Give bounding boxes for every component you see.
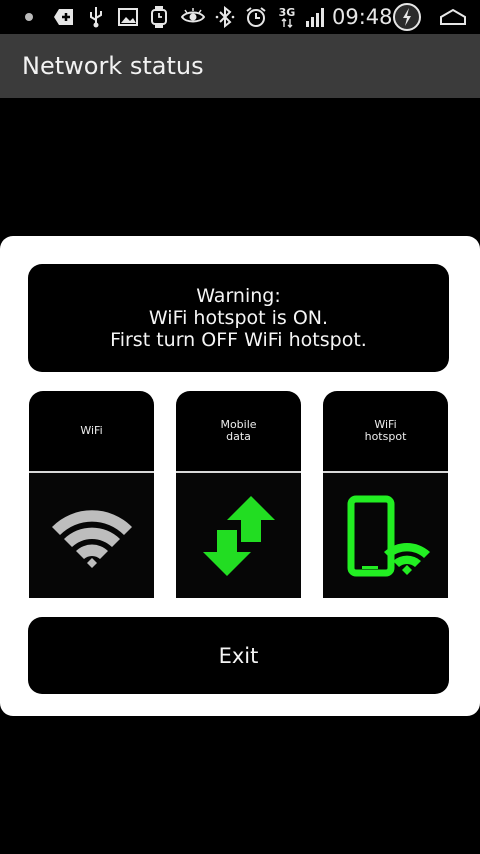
wifi-hotspot-tile-header: WiFi hotspot	[323, 391, 448, 471]
notification-dot-icon	[22, 5, 36, 29]
bluetooth-icon	[214, 5, 236, 29]
exit-button[interactable]: Exit	[28, 617, 449, 694]
wifi-hotspot-tile-label-2: hotspot	[364, 430, 407, 443]
mobile-data-tile-label-2: data	[226, 430, 251, 443]
wifi-icon	[29, 473, 154, 598]
battery-charging-icon	[392, 2, 422, 32]
wifi-hotspot-tile[interactable]: WiFi hotspot	[323, 391, 448, 598]
status-time: 09:48	[332, 5, 393, 29]
signal-icon	[304, 5, 328, 29]
network-3g-icon: 3G	[276, 5, 298, 29]
watch-icon	[148, 5, 170, 29]
phone-hotspot-icon	[323, 473, 448, 598]
mobile-data-tile-header: Mobile data	[176, 391, 301, 471]
home-icon[interactable]	[438, 5, 468, 29]
mobile-data-arrows-icon	[176, 473, 301, 598]
alarm-icon	[244, 5, 268, 29]
network-status-dialog: Warning: WiFi hotspot is ON. First turn …	[0, 236, 480, 716]
warning-message: Warning: WiFi hotspot is ON. First turn …	[28, 264, 449, 372]
network-type-label: 3G	[278, 5, 296, 19]
app-title: Network status	[22, 52, 204, 80]
warning-line-3: First turn OFF WiFi hotspot.	[110, 329, 367, 351]
mobile-data-tile[interactable]: Mobile data	[176, 391, 301, 598]
wifi-tile-label: WiFi	[80, 424, 103, 437]
warning-line-1: Warning:	[196, 285, 281, 307]
wifi-tile[interactable]: WiFi	[29, 391, 154, 598]
plus-box-icon	[52, 5, 76, 29]
image-icon	[117, 5, 139, 29]
action-bar: Network status	[0, 34, 480, 98]
wifi-tile-header: WiFi	[29, 391, 154, 471]
usb-icon	[86, 5, 106, 29]
status-bar: 3G 09:48	[0, 0, 480, 34]
warning-line-2: WiFi hotspot is ON.	[148, 307, 329, 329]
eye-icon	[180, 5, 206, 29]
